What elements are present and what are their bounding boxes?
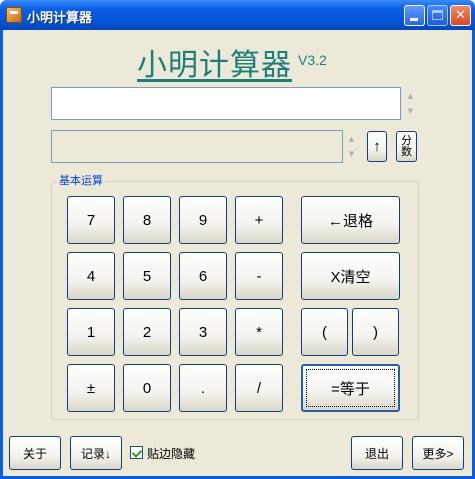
key-plus-minus[interactable]: ± bbox=[67, 364, 115, 412]
key-3[interactable]: 3 bbox=[179, 308, 227, 356]
maximize-button[interactable] bbox=[427, 5, 448, 26]
window-title: 小明计算器 bbox=[27, 11, 93, 26]
backspace-button[interactable]: ←退格 bbox=[301, 196, 400, 244]
result-display bbox=[51, 130, 343, 163]
key-2[interactable]: 2 bbox=[123, 308, 171, 356]
about-button[interactable]: 关于 bbox=[9, 436, 61, 470]
key-plus[interactable]: + bbox=[235, 196, 283, 244]
key-minus[interactable]: - bbox=[235, 252, 283, 300]
scroll-up-icon[interactable]: ▲ bbox=[344, 131, 359, 146]
clear-button[interactable]: X清空 bbox=[301, 252, 400, 300]
exit-button[interactable]: 退出 bbox=[351, 436, 403, 470]
copy-up-button[interactable]: ↑ bbox=[367, 131, 387, 162]
result-scrollbar[interactable]: ▲ ▼ bbox=[344, 131, 359, 162]
app-version: V3.2 bbox=[298, 52, 327, 68]
key-4[interactable]: 4 bbox=[67, 252, 115, 300]
record-button[interactable]: 记录↓ bbox=[70, 436, 122, 470]
fraction-button[interactable]: 分数 bbox=[396, 131, 417, 162]
key-6[interactable]: 6 bbox=[179, 252, 227, 300]
key-7[interactable]: 7 bbox=[67, 196, 115, 244]
title-bar[interactable]: 小明计算器 ✕ bbox=[0, 0, 475, 30]
minimize-button[interactable] bbox=[404, 5, 425, 26]
close-button[interactable]: ✕ bbox=[450, 5, 471, 26]
key-9[interactable]: 9 bbox=[179, 196, 227, 244]
expression-input[interactable] bbox=[51, 87, 401, 120]
key-divide[interactable]: / bbox=[235, 364, 283, 412]
stick-hide-checkbox[interactable] bbox=[130, 446, 143, 459]
scroll-down-icon[interactable]: ▼ bbox=[403, 103, 418, 118]
more-button[interactable]: 更多> bbox=[412, 436, 464, 470]
expression-scrollbar[interactable]: ▲ ▼ bbox=[403, 88, 418, 119]
key-8[interactable]: 8 bbox=[123, 196, 171, 244]
key-0[interactable]: 0 bbox=[123, 364, 171, 412]
right-paren-button[interactable]: ) bbox=[352, 308, 399, 356]
app-title: 小明计算器 bbox=[137, 48, 292, 83]
left-paren-button[interactable]: ( bbox=[301, 308, 348, 356]
key-1[interactable]: 1 bbox=[67, 308, 115, 356]
basic-ops-label: 基本运算 bbox=[57, 172, 105, 188]
equals-button[interactable]: =等于 bbox=[301, 364, 400, 412]
stick-hide-label[interactable]: 贴边隐藏 bbox=[147, 445, 195, 462]
scroll-up-icon[interactable]: ▲ bbox=[403, 88, 418, 103]
key-multiply[interactable]: * bbox=[235, 308, 283, 356]
app-icon[interactable] bbox=[6, 7, 22, 23]
scroll-down-icon[interactable]: ▼ bbox=[344, 146, 359, 161]
close-icon: ✕ bbox=[455, 8, 466, 23]
key-5[interactable]: 5 bbox=[123, 252, 171, 300]
key-decimal[interactable]: . bbox=[179, 364, 227, 412]
app-window: 小明计算器 ✕ 小明计算器 V3.2 ▲ ▼ ▲ ▼ ↑ 分数 基本运算 7 8… bbox=[0, 0, 475, 479]
